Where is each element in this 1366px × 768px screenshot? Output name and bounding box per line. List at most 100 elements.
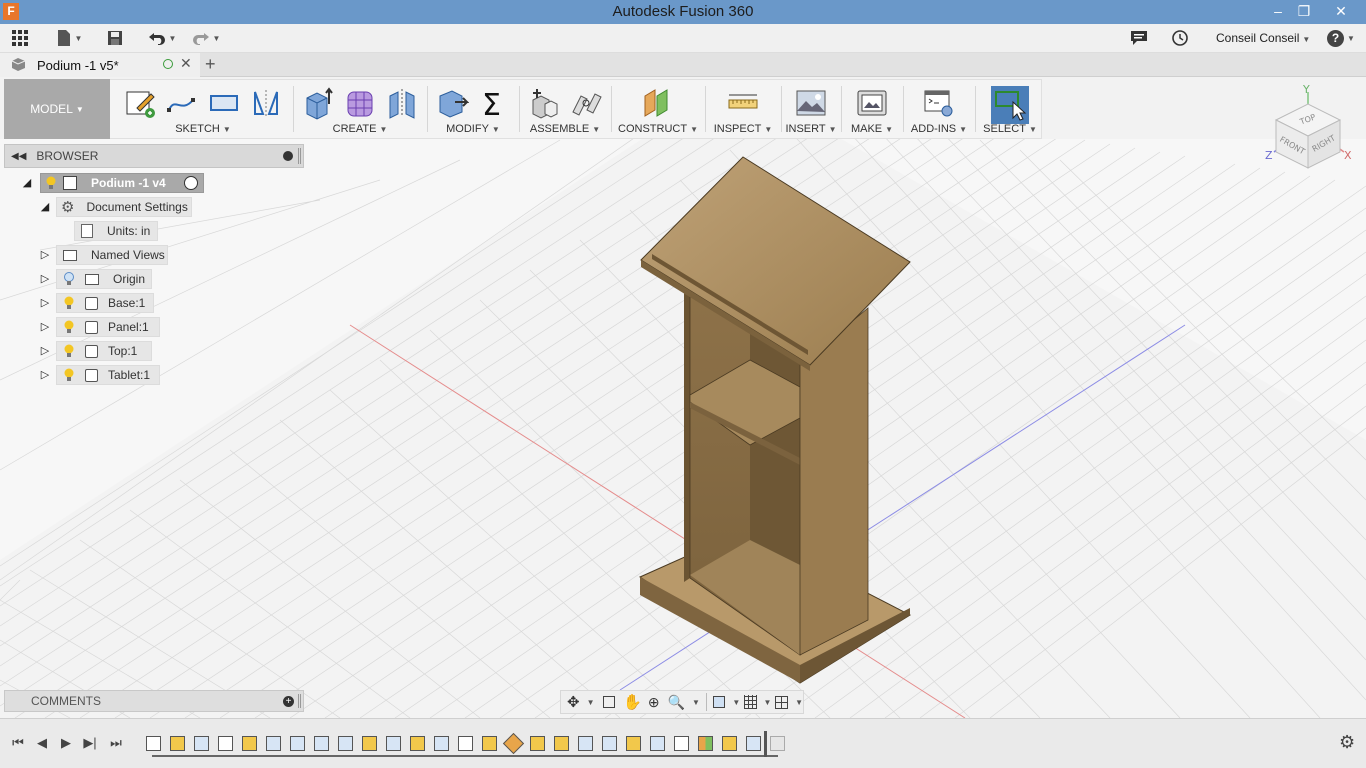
job-status-clock-icon[interactable] [1170, 28, 1190, 48]
browser-item-origin[interactable]: Origin [56, 269, 152, 289]
timeline-feature-sketch[interactable] [146, 736, 161, 751]
view-cube[interactable]: TOP FRONT RIGHT Y Z X [1262, 83, 1354, 176]
zoom-icon[interactable]: ⊕ [648, 694, 660, 711]
browser-item-units[interactable]: Units: in [74, 221, 158, 241]
construct-group[interactable]: CONSTRUCT ▼ [613, 80, 703, 138]
timeline-feature[interactable] [650, 736, 665, 751]
browser-options-icon[interactable] [283, 151, 293, 161]
visibility-bulb-icon[interactable] [63, 296, 75, 310]
data-panel-grid-icon[interactable] [10, 28, 30, 48]
visibility-bulb-icon[interactable] [63, 344, 75, 358]
sketch-group[interactable]: SKETCH ▼ [115, 80, 291, 138]
expand-root-icon[interactable]: ◢ [20, 176, 34, 190]
timeline-feature[interactable] [578, 736, 593, 751]
pan-hand-icon[interactable]: ✋ [623, 693, 642, 711]
timeline-feature[interactable] [458, 736, 473, 751]
make-group[interactable]: MAKE ▼ [843, 80, 901, 138]
browser-item-top[interactable]: Top:1 [56, 341, 152, 361]
timeline-feature[interactable] [722, 736, 737, 751]
rectangle-icon[interactable] [207, 86, 241, 120]
go-to-start-icon[interactable]: ⏮ [10, 735, 26, 751]
joint-icon[interactable] [569, 86, 603, 120]
timeline-feature[interactable] [746, 736, 761, 751]
file-menu-icon[interactable]: ▼ [55, 28, 83, 48]
close-window-button[interactable]: ✕ [1326, 0, 1356, 24]
step-back-icon[interactable]: ◀ [34, 735, 50, 751]
add-ins-group[interactable]: ADD-INS ▼ [905, 80, 973, 138]
restore-button[interactable]: ❐ [1289, 0, 1319, 24]
insert-group[interactable]: INSERT ▼ [783, 80, 839, 138]
browser-drag-handle[interactable] [298, 148, 301, 164]
timeline-feature[interactable] [626, 736, 641, 751]
add-comment-icon[interactable]: + [283, 696, 294, 707]
save-icon[interactable] [106, 28, 124, 48]
offset-plane-icon[interactable] [641, 86, 675, 120]
timeline-feature[interactable] [554, 736, 569, 751]
create-group-label[interactable]: CREATE ▼ [295, 123, 425, 135]
assemble-group-label[interactable]: ASSEMBLE ▼ [521, 123, 609, 135]
timeline-feature[interactable] [266, 736, 281, 751]
timeline-feature[interactable] [218, 736, 233, 751]
browser-item-panel[interactable]: Panel:1 [56, 317, 160, 337]
timeline-feature[interactable] [386, 736, 401, 751]
timeline-feature[interactable] [290, 736, 305, 751]
visibility-bulb-icon[interactable] [63, 320, 75, 334]
comment-icon[interactable] [1129, 28, 1149, 48]
timeline-feature[interactable] [482, 736, 497, 751]
browser-item-base[interactable]: Base:1 [56, 293, 154, 313]
inspect-group[interactable]: INSPECT ▼ [707, 80, 779, 138]
spline-icon[interactable] [165, 86, 199, 120]
timeline-settings-gear-icon[interactable]: ⚙ [1339, 732, 1355, 753]
grid-settings-icon[interactable] [744, 695, 757, 709]
collapse-browser-icon[interactable]: ◀◀ [11, 151, 26, 162]
redo-icon[interactable]: ▼ [190, 28, 222, 48]
select-group-label[interactable]: SELECT ▼ [977, 123, 1043, 135]
visibility-bulb-off-icon[interactable] [63, 272, 75, 286]
expand-origin-icon[interactable]: ▷ [38, 272, 52, 286]
create-group[interactable]: CREATE ▼ [295, 80, 425, 138]
measure-icon[interactable] [726, 86, 760, 120]
timeline-feature[interactable] [434, 736, 449, 751]
assemble-group[interactable]: ASSEMBLE ▼ [521, 80, 609, 138]
select-group[interactable]: SELECT ▼ [977, 80, 1043, 138]
add-ins-group-label[interactable]: ADD-INS ▼ [905, 123, 973, 135]
step-forward-icon[interactable]: ▶| [82, 735, 98, 751]
form-icon[interactable] [343, 86, 377, 120]
visibility-bulb-icon[interactable] [63, 368, 75, 382]
extrude-icon[interactable] [301, 86, 335, 120]
browser-panel-header[interactable]: ◀◀ BROWSER [4, 144, 304, 168]
sum-icon[interactable]: Σ [477, 86, 511, 123]
play-icon[interactable]: ▶ [58, 735, 74, 751]
expand-base-icon[interactable]: ▷ [38, 296, 52, 310]
timeline-feature[interactable] [242, 736, 257, 751]
press-pull-icon[interactable] [435, 86, 470, 120]
help-menu[interactable]: ? ▼ [1325, 28, 1357, 48]
timeline-feature[interactable] [530, 736, 545, 751]
browser-item-document-settings[interactable]: ⚙ Document Settings [56, 197, 192, 217]
timeline-feature[interactable] [338, 736, 353, 751]
browser-root-item[interactable]: Podium -1 v4 [40, 173, 204, 193]
construct-group-label[interactable]: CONSTRUCT ▼ [613, 123, 703, 135]
create-sketch-icon[interactable] [123, 86, 157, 120]
activate-radio-icon[interactable] [184, 176, 198, 190]
user-account-menu[interactable]: Conseil Conseil ▼ [1216, 31, 1310, 45]
expand-named-views-icon[interactable]: ▷ [38, 248, 52, 262]
go-to-end-icon[interactable]: ⏭ [108, 735, 124, 751]
insert-group-label[interactable]: INSERT ▼ [783, 123, 839, 135]
browser-item-named-views[interactable]: Named Views [56, 245, 168, 265]
timeline-feature[interactable] [194, 736, 209, 751]
visibility-bulb-icon[interactable] [45, 176, 57, 190]
comments-panel[interactable]: COMMENTS + [4, 690, 304, 712]
timeline-feature[interactable] [602, 736, 617, 751]
timeline-feature[interactable] [502, 732, 525, 755]
mirror-icon[interactable] [249, 86, 283, 120]
modify-group[interactable]: Σ MODIFY ▼ [429, 80, 517, 138]
timeline-feature-construct[interactable] [698, 736, 713, 751]
timeline-feature[interactable] [314, 736, 329, 751]
orbit-icon[interactable]: ✥ [567, 693, 580, 711]
new-component-icon[interactable] [527, 86, 561, 120]
timeline-feature[interactable] [362, 736, 377, 751]
expand-top-icon[interactable]: ▷ [38, 344, 52, 358]
comments-drag-handle[interactable] [298, 694, 301, 708]
canvas-viewport[interactable] [0, 139, 1366, 718]
